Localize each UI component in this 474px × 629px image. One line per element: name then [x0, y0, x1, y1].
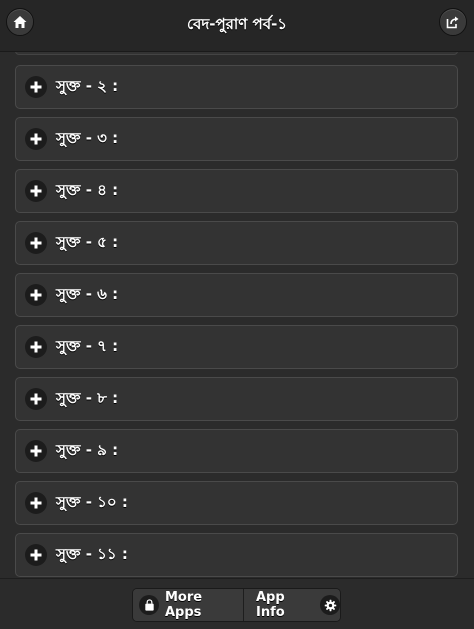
plus-icon	[25, 492, 47, 514]
home-icon	[13, 16, 27, 28]
list-item-label: সুক্ত - ৭ :	[56, 336, 119, 355]
page-title: বেদ-পুরাণ পর্ব-১	[186, 15, 288, 33]
list-item-label: সুক্ত - ৩ :	[56, 128, 119, 147]
shopping-bag-icon	[139, 595, 159, 615]
list-item[interactable]: সুক্ত - ১০ :	[15, 481, 458, 525]
plus-icon	[25, 284, 47, 306]
list-item-label: সুক্ত - ১১ :	[56, 544, 128, 563]
list-item[interactable]: সুক্ত - ৩ :	[15, 117, 458, 161]
list-item-label: সুক্ত - ৮ :	[56, 388, 119, 407]
plus-icon	[25, 128, 47, 150]
list-item-label: সুক্ত - ১০ :	[56, 492, 128, 511]
list-item[interactable]: সুক্ত - ২ :	[15, 65, 458, 109]
more-apps-button[interactable]: More Apps	[133, 589, 244, 621]
list-item-label: সুক্ত - ৫ :	[56, 232, 119, 251]
plus-icon	[25, 232, 47, 254]
list-item[interactable]: সুক্ত - ১১ :	[15, 533, 458, 577]
list-item-label: সুক্ত - ৯ :	[56, 440, 119, 459]
list-item[interactable]: সুক্ত - ৪ :	[15, 169, 458, 213]
header-bar: বেদ-পুরাণ পর্ব-১	[0, 0, 474, 52]
app-info-label: App Info	[256, 590, 285, 620]
share-button[interactable]	[439, 8, 467, 36]
more-apps-label: More Apps	[165, 590, 203, 620]
footer-bar: More Apps App Info	[0, 578, 474, 629]
plus-icon	[25, 76, 47, 98]
plus-icon	[25, 180, 47, 202]
plus-icon	[25, 388, 47, 410]
list-item[interactable]: সুক্ত - ৭ :	[15, 325, 458, 369]
plus-icon	[25, 544, 47, 566]
gear-icon	[320, 595, 340, 615]
list-item-label: সুক্ত - ২ :	[56, 76, 119, 95]
home-button[interactable]	[6, 8, 34, 36]
list-item-label: সুক্ত - ৬ :	[56, 284, 119, 303]
app-info-button[interactable]: App Info	[244, 589, 340, 621]
list-item-partial[interactable]	[15, 52, 458, 55]
list-item-label: সুক্ত - ৪ :	[56, 180, 119, 199]
list-item[interactable]: সুক্ত - ৯ :	[15, 429, 458, 473]
share-icon	[446, 16, 459, 29]
list-item[interactable]: সুক্ত - ৬ :	[15, 273, 458, 317]
list-item[interactable]: সুক্ত - ৮ :	[15, 377, 458, 421]
sukta-list: সুক্ত - ২ : সুক্ত - ৩ : সুক্ত - ৪ : সুক্…	[0, 52, 474, 578]
plus-icon	[25, 336, 47, 358]
app-screen: বেদ-পুরাণ পর্ব-১ সুক্ত - ২ : সুক্ত - ৩ :…	[0, 0, 474, 629]
footer-button-group: More Apps App Info	[132, 588, 341, 622]
plus-icon	[25, 440, 47, 462]
list-item[interactable]: সুক্ত - ৫ :	[15, 221, 458, 265]
